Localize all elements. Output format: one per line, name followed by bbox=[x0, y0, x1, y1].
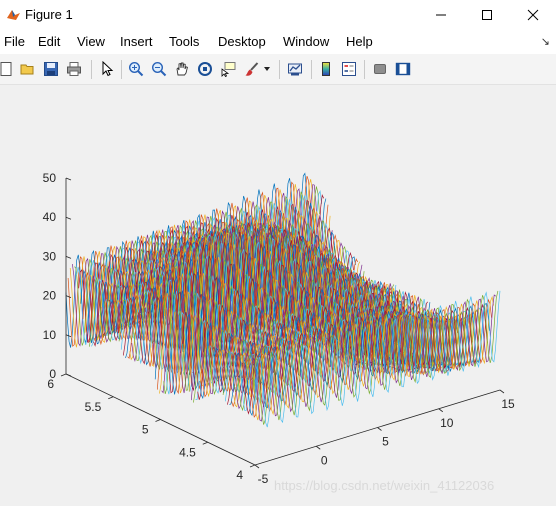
menu-help[interactable]: Help bbox=[346, 34, 373, 49]
tick-mark bbox=[65, 295, 72, 298]
tick-mark bbox=[65, 177, 72, 181]
x-tick-label: 0 bbox=[321, 453, 328, 467]
tick-mark bbox=[438, 408, 443, 413]
close-button[interactable] bbox=[510, 0, 556, 30]
x-tick-label: 5 bbox=[382, 435, 389, 449]
tick-mark bbox=[108, 396, 114, 400]
toolbar bbox=[0, 54, 556, 85]
menu-tools[interactable]: Tools bbox=[169, 34, 199, 49]
z-tick-label: 30 bbox=[43, 249, 57, 263]
title-bar: Figure 1 bbox=[0, 0, 556, 30]
tick-mark bbox=[499, 389, 505, 394]
brush-icon[interactable] bbox=[243, 60, 261, 78]
surface-plot[interactable]: 0102030405044.555.56-5051015 bbox=[0, 85, 556, 506]
tick-mark bbox=[254, 464, 260, 469]
zoom-in-icon[interactable] bbox=[127, 60, 145, 78]
y-tick-label: 5.5 bbox=[85, 400, 102, 414]
z-tick-label: 10 bbox=[43, 328, 57, 342]
window-title: Figure 1 bbox=[25, 7, 73, 22]
menu-view[interactable]: View bbox=[77, 34, 105, 49]
menu-window[interactable]: Window bbox=[283, 34, 329, 49]
toolbar-separator bbox=[279, 60, 280, 79]
toolbar-separator bbox=[91, 60, 92, 79]
matlab-figure-icon bbox=[7, 10, 20, 20]
rotate-3d-icon[interactable] bbox=[196, 60, 214, 78]
tick-mark bbox=[65, 256, 72, 259]
data-cursor-icon[interactable] bbox=[219, 60, 237, 78]
maximize-icon bbox=[482, 10, 492, 20]
print-icon[interactable] bbox=[65, 60, 83, 78]
brush-dropdown-icon[interactable] bbox=[262, 60, 272, 78]
new-figure-icon[interactable] bbox=[0, 60, 14, 78]
tick-mark bbox=[155, 419, 161, 422]
surface-mesh bbox=[65, 172, 501, 428]
tick-mark bbox=[316, 445, 321, 450]
toolbar-separator bbox=[364, 60, 365, 79]
open-file-icon[interactable] bbox=[19, 60, 37, 78]
edit-plot-arrow-icon[interactable] bbox=[98, 60, 116, 78]
zoom-out-icon[interactable] bbox=[150, 60, 168, 78]
z-tick-label: 20 bbox=[43, 289, 57, 303]
x-tick-label: 10 bbox=[440, 416, 454, 430]
figure-canvas[interactable]: 0 10 20 30 40 50 4 4.5 5 5.5 6 -5 0 5 10 15 bbox=[0, 85, 556, 506]
x-tick-label: -5 bbox=[258, 472, 269, 486]
legend-icon[interactable] bbox=[340, 60, 358, 78]
colorbar-icon[interactable] bbox=[317, 60, 335, 78]
menu-bar: File Edit View Insert Tools Desktop Wind… bbox=[0, 30, 556, 54]
dock-arrow-icon[interactable]: ↘ bbox=[541, 35, 550, 48]
close-icon bbox=[527, 9, 539, 21]
tick-mark bbox=[65, 373, 72, 377]
show-plot-tools-icon[interactable] bbox=[394, 60, 412, 78]
z-tick-label: 50 bbox=[43, 171, 57, 185]
y-tick-label: 5 bbox=[142, 423, 149, 437]
hide-plot-tools-icon[interactable] bbox=[371, 60, 389, 78]
y-tick-label: 4.5 bbox=[179, 445, 196, 459]
tick-mark bbox=[202, 441, 208, 445]
menu-edit[interactable]: Edit bbox=[38, 34, 60, 49]
tick-mark bbox=[65, 216, 72, 220]
minimize-icon bbox=[436, 14, 446, 16]
toolbar-separator bbox=[121, 60, 122, 79]
watermark-text: https://blog.csdn.net/weixin_41122036 bbox=[274, 478, 495, 493]
maximize-button[interactable] bbox=[464, 0, 510, 30]
minimize-button[interactable] bbox=[418, 0, 464, 30]
z-tick-label: 40 bbox=[43, 210, 57, 224]
link-plot-icon[interactable] bbox=[286, 60, 304, 78]
x-tick-label: 15 bbox=[501, 397, 515, 411]
menu-file[interactable]: File bbox=[4, 34, 25, 49]
tick-mark bbox=[60, 373, 67, 377]
pan-hand-icon[interactable] bbox=[173, 60, 191, 78]
tick-mark bbox=[249, 464, 256, 468]
save-icon[interactable] bbox=[42, 60, 60, 78]
toolbar-separator bbox=[311, 60, 312, 79]
tick-mark bbox=[377, 427, 382, 431]
y-tick-label: 6 bbox=[47, 377, 54, 391]
menu-desktop[interactable]: Desktop bbox=[218, 34, 266, 49]
y-tick-label: 4 bbox=[236, 468, 243, 482]
menu-insert[interactable]: Insert bbox=[120, 34, 153, 49]
